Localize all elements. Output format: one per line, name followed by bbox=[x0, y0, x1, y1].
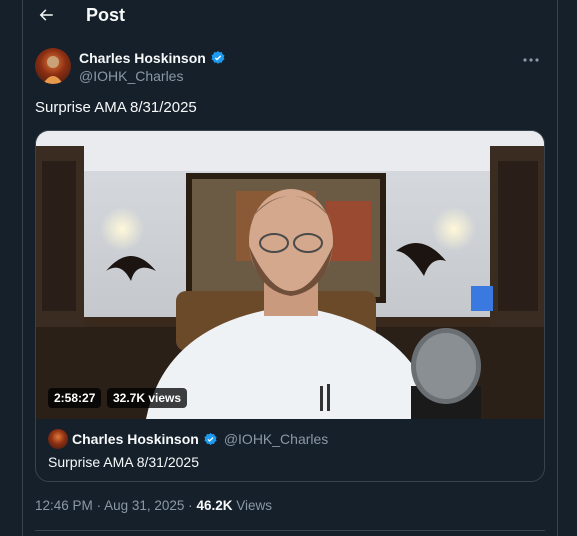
quoted-author-row: Charles Hoskinson @IOHK_Charles bbox=[72, 431, 328, 447]
video-thumbnail bbox=[36, 131, 544, 419]
avatar-figure bbox=[43, 56, 63, 84]
post-date[interactable]: Aug 31, 2025 bbox=[104, 498, 184, 513]
quoted-author-name: Charles Hoskinson bbox=[72, 431, 199, 447]
divider bbox=[35, 530, 545, 531]
views-label: Views bbox=[236, 498, 273, 513]
post-meta: 12:46 PM · Aug 31, 2025 · 46.2K Views bbox=[35, 498, 272, 513]
header-bar: Post bbox=[23, 0, 557, 30]
back-button[interactable] bbox=[33, 2, 59, 28]
verified-badge-icon bbox=[211, 51, 225, 64]
verified-badge-icon bbox=[204, 432, 217, 445]
video-duration-badge: 2:58:27 bbox=[48, 388, 102, 408]
page-title: Post bbox=[86, 5, 126, 25]
post-time[interactable]: 12:46 PM bbox=[35, 498, 93, 513]
meta-separator-2: · bbox=[188, 498, 193, 513]
views-count: 46.2K bbox=[196, 498, 233, 513]
more-options-button[interactable] bbox=[521, 52, 541, 68]
post-column: Post Charles Hoskinson @IOHK_Charles Sur… bbox=[22, 0, 558, 536]
quoted-author-handle: @IOHK_Charles bbox=[223, 431, 329, 447]
quoted-post[interactable]: Charles Hoskinson @IOHK_Charles Surprise… bbox=[36, 419, 544, 481]
post-text: Surprise AMA 8/31/2025 bbox=[35, 99, 197, 116]
video-player[interactable]: 2:58:27 32.7K views bbox=[36, 131, 544, 419]
avatar[interactable] bbox=[35, 48, 71, 84]
author-name-row[interactable]: Charles Hoskinson bbox=[79, 50, 226, 66]
back-arrow-icon bbox=[39, 9, 53, 21]
author-handle[interactable]: @IOHK_Charles bbox=[79, 68, 183, 84]
more-options-icon bbox=[523, 58, 539, 62]
quoted-text: Surprise AMA 8/31/2025 bbox=[48, 454, 199, 470]
author-name[interactable]: Charles Hoskinson bbox=[79, 50, 206, 66]
video-card[interactable]: 2:58:27 32.7K views Charles Hoskinson @I… bbox=[35, 130, 545, 482]
author-row: Charles Hoskinson @IOHK_Charles bbox=[35, 48, 545, 88]
video-views-badge: 32.7K views bbox=[107, 388, 188, 408]
quoted-avatar bbox=[48, 429, 68, 449]
meta-separator: · bbox=[96, 498, 102, 513]
